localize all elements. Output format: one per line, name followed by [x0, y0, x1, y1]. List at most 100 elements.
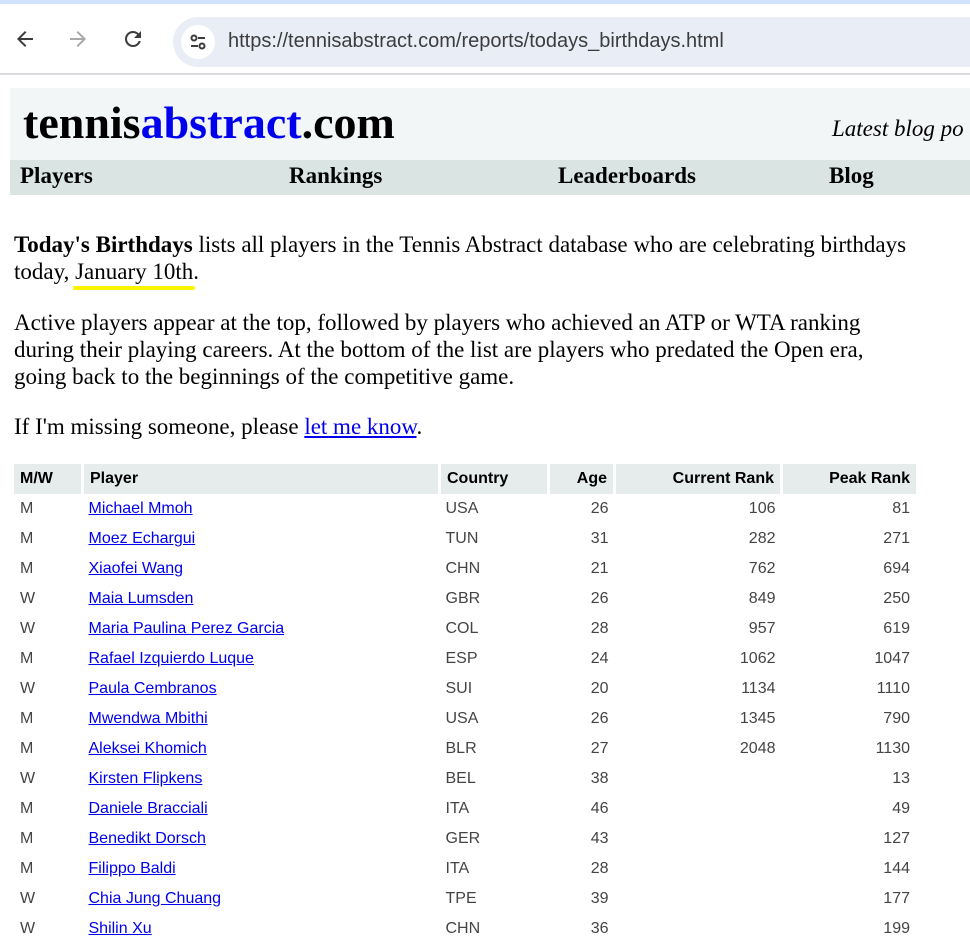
back-button[interactable] — [8, 22, 42, 56]
player-link[interactable]: Michael Mmoh — [89, 500, 193, 517]
header-peak-rank[interactable]: Peak Rank — [781, 464, 916, 494]
contact-link[interactable]: let me know — [304, 414, 416, 439]
table-header-row: M/W Player Country Age Current Rank Peak… — [14, 464, 916, 494]
cell-country: COL — [445, 620, 479, 637]
cell-mw: W — [20, 770, 36, 787]
cell-age: 28 — [590, 860, 609, 877]
cell-current-rank — [615, 884, 782, 914]
cell-peak-rank: 127 — [883, 830, 910, 847]
nav-rankings[interactable]: Rankings — [289, 163, 382, 189]
cell-current-rank: 2048 — [739, 740, 776, 757]
player-link[interactable]: Filippo Baldi — [89, 860, 176, 877]
header-mw[interactable]: M/W — [14, 464, 84, 494]
player-link[interactable]: Rafael Izquierdo Luque — [89, 650, 254, 667]
cell-current-rank: 106 — [748, 500, 776, 517]
nav-leaderboards[interactable]: Leaderboards — [558, 163, 696, 189]
cell-player: Xiaofei Wang — [83, 554, 440, 584]
cell-mw: M — [20, 740, 34, 757]
table-row: W Maia Lumsden GBR 26 849 250 — [14, 584, 916, 614]
intro-paragraph-2: Active players appear at the top, follow… — [14, 310, 864, 389]
cell-country: SUI — [445, 680, 473, 697]
table-row: M Michael Mmoh USA 26 106 81 — [14, 494, 916, 524]
nav-players[interactable]: Players — [20, 163, 93, 189]
cell-peak-rank: 694 — [883, 560, 910, 577]
cell-country: TPE — [445, 890, 477, 907]
table-row: M Aleksei Khomich BLR 27 2048 1130 — [14, 734, 916, 764]
cell-age: 27 — [590, 740, 609, 757]
cell-age: 24 — [590, 650, 609, 667]
address-bar[interactable]: https://tennisabstract.com/reports/today… — [173, 17, 970, 67]
player-link[interactable]: Mwendwa Mbithi — [89, 710, 208, 727]
intro-period: . — [193, 259, 200, 284]
header-age[interactable]: Age — [548, 464, 616, 494]
missing-text: If I'm missing someone, please — [14, 414, 305, 439]
site-info-button[interactable] — [181, 25, 215, 59]
birthdays-table: M/W Player Country Age Current Rank Peak… — [14, 464, 916, 944]
cell-peak-rank: 13 — [892, 770, 910, 787]
player-link[interactable]: Kirsten Flipkens — [89, 770, 203, 787]
header-country[interactable]: Country — [439, 464, 550, 494]
cell-age: 26 — [590, 590, 609, 607]
cell-age: 21 — [590, 560, 609, 577]
nav-blog[interactable]: Blog — [829, 163, 874, 189]
cell-age: 26 — [590, 710, 609, 727]
table-row: M Xiaofei Wang CHN 21 762 694 — [14, 554, 916, 584]
cell-country: ITA — [445, 860, 470, 877]
player-link[interactable]: Chia Jung Chuang — [89, 890, 222, 907]
cell-player: Daniele Bracciali — [83, 794, 440, 824]
cell-country: GBR — [445, 590, 481, 607]
table-row: M Filippo Baldi ITA 28 144 — [14, 854, 916, 884]
cell-country: GER — [445, 830, 481, 847]
cell-peak-rank: 177 — [883, 890, 910, 907]
player-link[interactable]: Benedikt Dorsch — [89, 830, 206, 847]
forward-button[interactable] — [61, 22, 95, 56]
player-link[interactable]: Maia Lumsden — [89, 590, 194, 607]
cell-mw: W — [20, 620, 36, 637]
player-link[interactable]: Moez Echargui — [89, 530, 196, 547]
cell-current-rank: 1062 — [739, 650, 776, 667]
cell-mw: W — [20, 590, 36, 607]
player-link[interactable]: Daniele Bracciali — [89, 800, 208, 817]
header-current-rank[interactable]: Current Rank — [614, 464, 783, 494]
cell-age: 26 — [590, 500, 609, 517]
logo-part-tennis: tennis — [23, 97, 141, 148]
cell-age: 39 — [590, 890, 609, 907]
cell-player: Maria Paulina Perez Garcia — [83, 614, 440, 644]
cell-age: 20 — [590, 680, 609, 697]
table-row: M Mwendwa Mbithi USA 26 1345 790 — [14, 704, 916, 734]
cell-country: BEL — [445, 770, 476, 787]
cell-player: Michael Mmoh — [83, 494, 440, 524]
player-link[interactable]: Aleksei Khomich — [89, 740, 207, 757]
player-link[interactable]: Xiaofei Wang — [89, 560, 184, 577]
logo-part-abstract: abstract — [140, 97, 302, 148]
birthday-date: January 10th — [75, 259, 194, 284]
cell-mw: W — [20, 680, 36, 697]
reload-button[interactable] — [116, 22, 150, 56]
player-link[interactable]: Paula Cembranos — [89, 680, 217, 697]
header-player[interactable]: Player — [82, 464, 441, 494]
cell-current-rank: 849 — [748, 590, 776, 607]
player-link[interactable]: Maria Paulina Perez Garcia — [89, 620, 285, 637]
cell-country: BLR — [445, 740, 477, 757]
cell-mw: M — [20, 860, 34, 877]
site-nav: Players Rankings Leaderboards Blog — [10, 160, 970, 195]
tune-icon — [190, 34, 206, 50]
table-row: M Daniele Bracciali ITA 46 49 — [14, 794, 916, 824]
browser-toolbar: https://tennisabstract.com/reports/today… — [0, 4, 970, 73]
cell-mw: M — [20, 710, 34, 727]
table-row: M Benedikt Dorsch GER 43 127 — [14, 824, 916, 854]
url-text[interactable]: https://tennisabstract.com/reports/today… — [228, 30, 724, 53]
table-row: W Maria Paulina Perez Garcia COL 28 957 619 — [14, 614, 916, 644]
reload-icon — [125, 31, 141, 47]
table-row: W Shilin Xu CHN 36 199 — [14, 914, 916, 944]
cell-peak-rank: 81 — [892, 500, 910, 517]
cell-mw: M — [20, 800, 34, 817]
cell-country: CHN — [445, 560, 481, 577]
site-logo[interactable]: tennisabstract.com — [23, 96, 395, 149]
cell-peak-rank: 49 — [892, 800, 910, 817]
cell-peak-rank: 271 — [883, 530, 910, 547]
cell-current-rank: 1345 — [739, 710, 776, 727]
table-row: M Moez Echargui TUN 31 282 271 — [14, 524, 916, 554]
latest-blog-post[interactable]: Latest blog po — [832, 116, 964, 142]
cell-country: ITA — [445, 800, 470, 817]
